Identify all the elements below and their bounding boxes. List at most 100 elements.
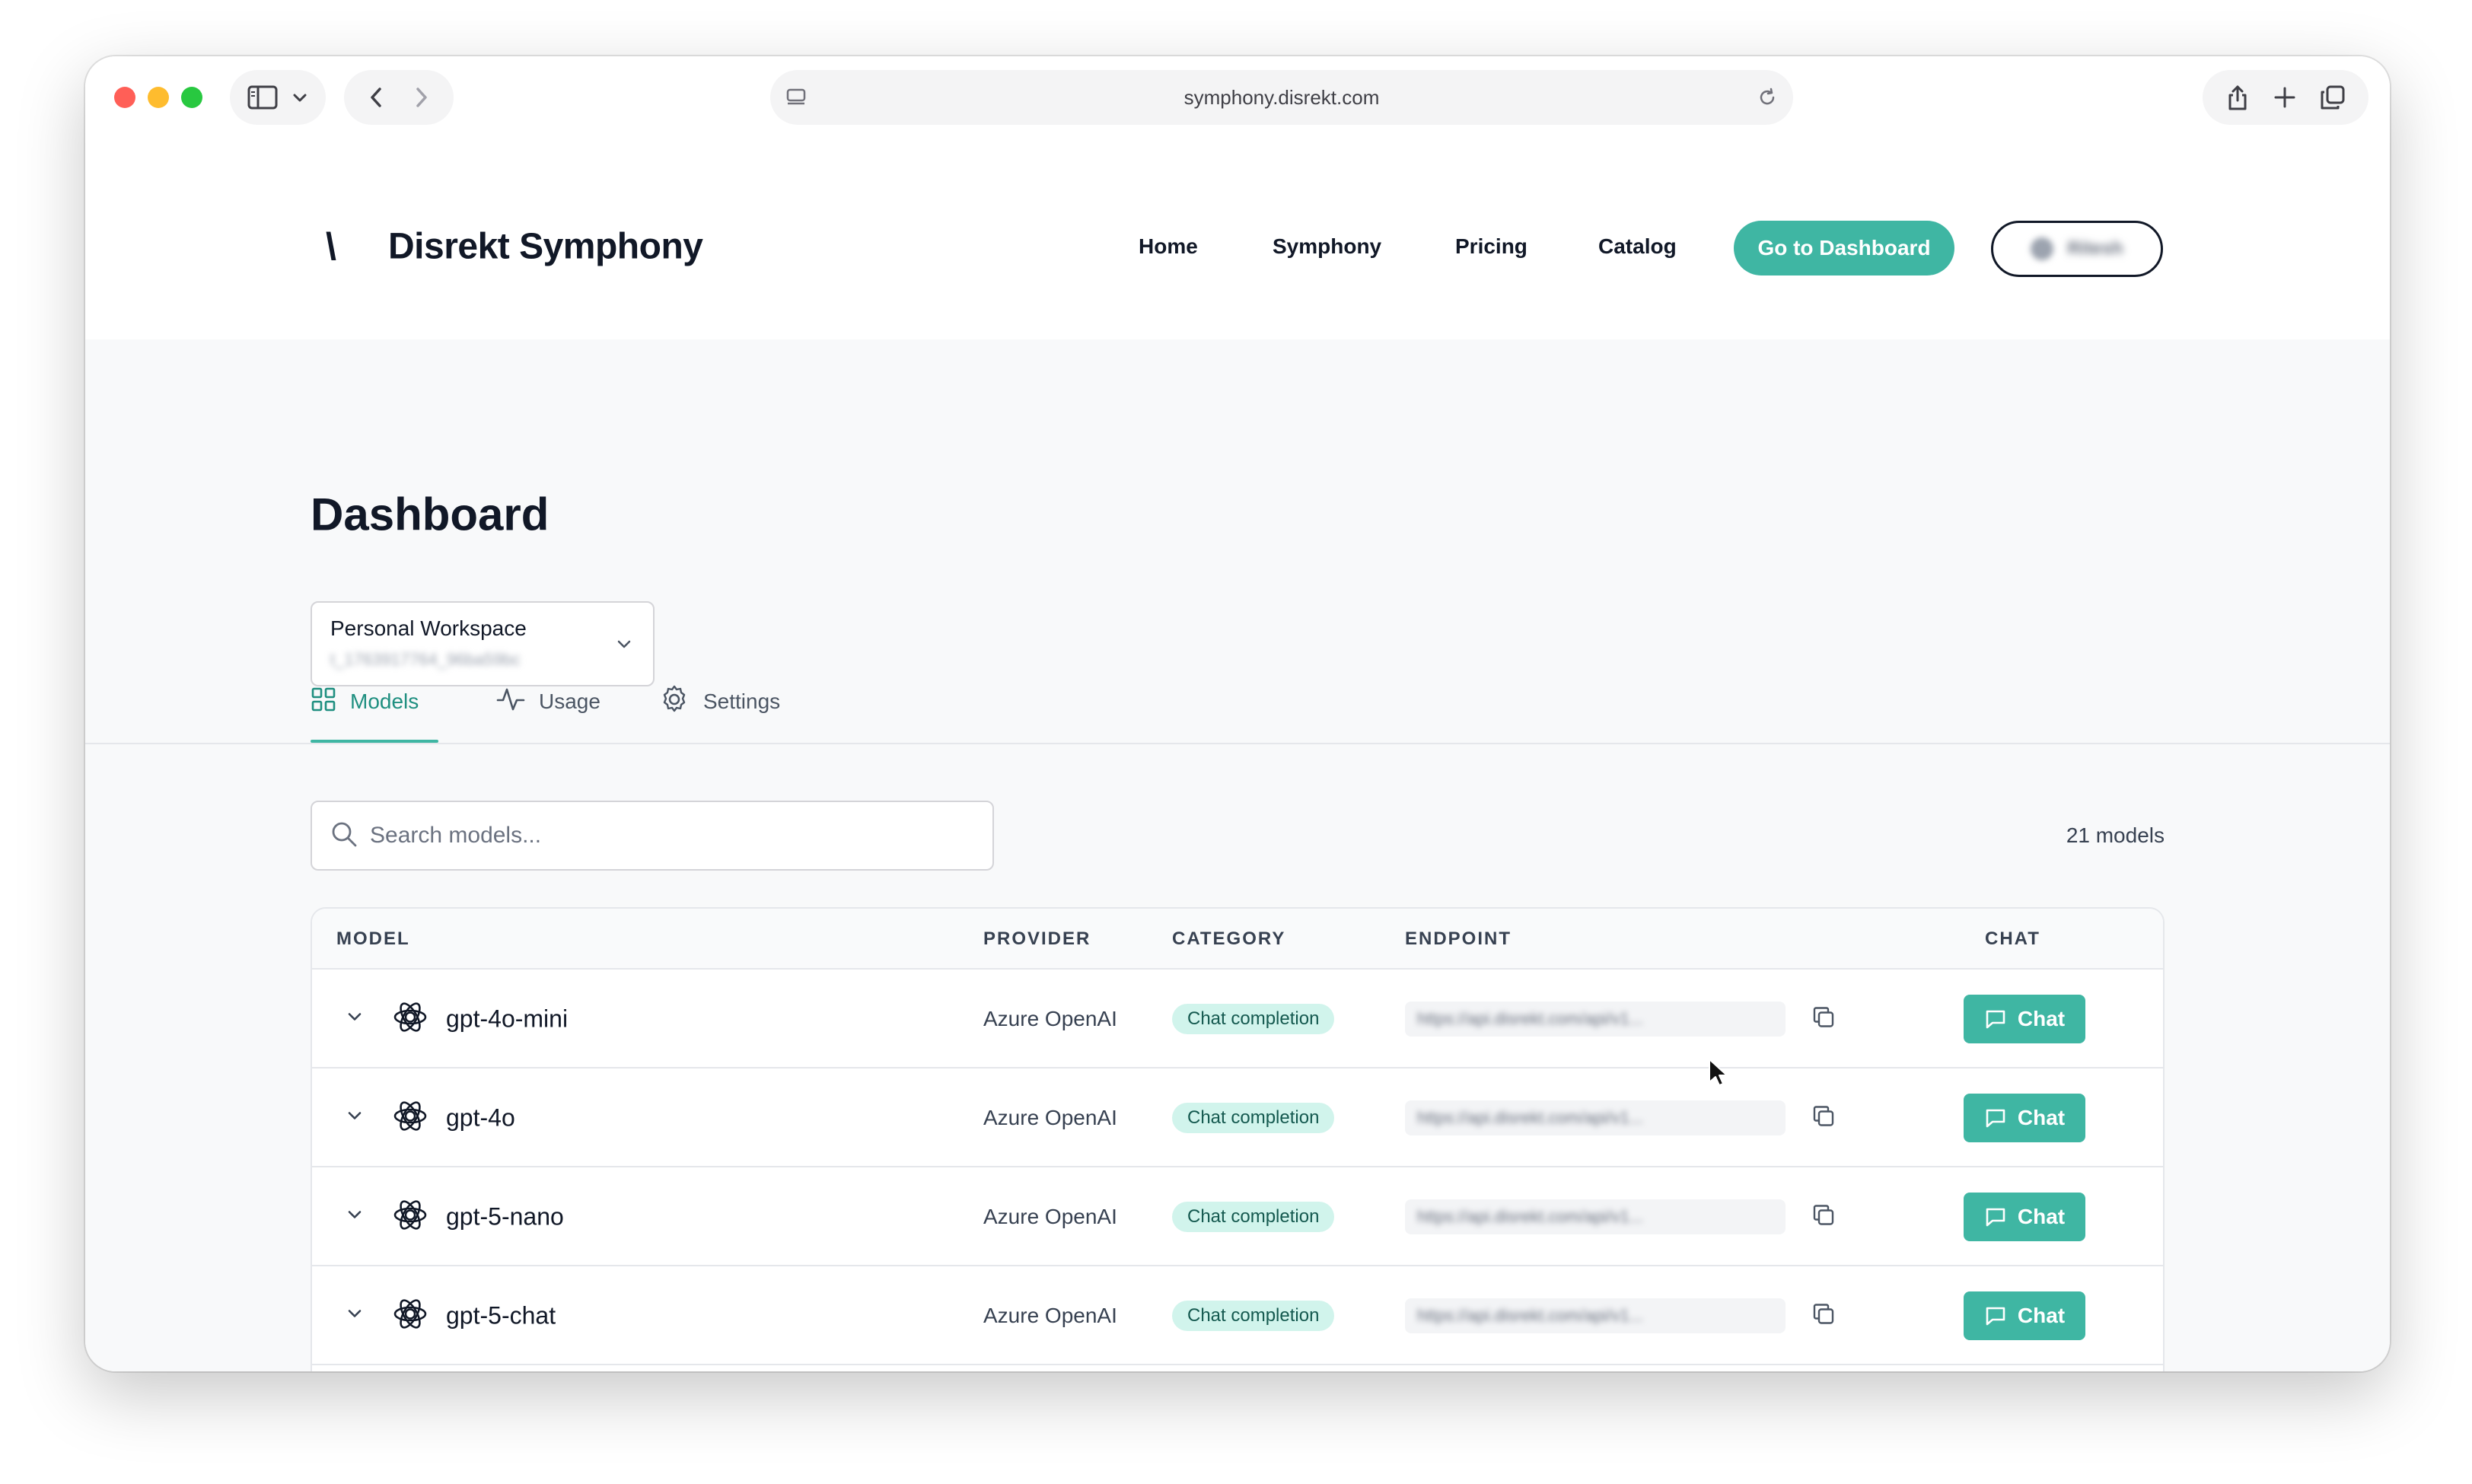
model-name: gpt-5-chat: [446, 1301, 556, 1330]
endpoint-field: https://api.disrekt.com/api/v1...: [1405, 1100, 1786, 1135]
message-icon: [1986, 1109, 2005, 1128]
header-endpoint: ENDPOINT: [1405, 928, 1512, 949]
copy-icon[interactable]: [1811, 1302, 1836, 1330]
address-bar[interactable]: symphony.disrekt.com: [770, 70, 1793, 125]
nav-catalog[interactable]: Catalog: [1598, 234, 1677, 259]
endpoint-url: https://api.disrekt.com/api/v1...: [1417, 1207, 1644, 1226]
reload-icon[interactable]: [1757, 87, 1778, 108]
tab-models[interactable]: Models: [311, 659, 419, 744]
endpoint-field: https://api.disrekt.com/api/v1...: [1405, 1298, 1786, 1333]
mouse-cursor-icon: [1708, 1058, 1728, 1091]
chevron-down-icon[interactable]: [344, 1106, 365, 1131]
category-badge: Chat completion: [1172, 1004, 1335, 1034]
openai-logo-icon: [391, 998, 429, 1040]
dashboard-tabs: Models Usage Settings: [85, 659, 2390, 744]
message-icon: [1986, 1010, 2005, 1029]
grid-icon: [311, 686, 336, 718]
go-to-dashboard-button[interactable]: Go to Dashboard: [1734, 221, 1954, 275]
chat-button[interactable]: Chat: [1964, 995, 2085, 1043]
tab-label: Settings: [703, 689, 781, 713]
sidebar-icon[interactable]: [247, 85, 278, 110]
table-row: gpt-4o Azure OpenAI Chat completion http…: [312, 1068, 2163, 1167]
nav-home[interactable]: Home: [1139, 234, 1198, 259]
dashboard-main: Dashboard Personal Workspace t_176391776…: [85, 339, 2390, 1371]
table-row: gpt-4o-mini Azure OpenAI Chat completion…: [312, 970, 2163, 1068]
model-count: 21 models: [2066, 823, 2165, 847]
user-name: Ritesh: [2067, 238, 2123, 259]
provider-name: Azure OpenAI: [983, 1106, 1117, 1129]
close-window-button[interactable]: [114, 87, 135, 108]
message-icon: [1986, 1208, 2005, 1227]
header-category: CATEGORY: [1172, 928, 1286, 949]
copy-icon[interactable]: [1811, 1104, 1836, 1132]
page-title: Dashboard: [311, 489, 550, 540]
search-icon: [330, 820, 358, 852]
model-name: gpt-4o-mini: [446, 1005, 569, 1033]
chevron-down-icon[interactable]: [344, 1205, 365, 1230]
sidebar-toggle-group: [230, 70, 326, 125]
provider-name: Azure OpenAI: [983, 1304, 1117, 1327]
user-menu-button[interactable]: Ritesh: [1991, 221, 2163, 277]
url-text: symphony.disrekt.com: [1183, 85, 1380, 109]
header-model: MODEL: [336, 928, 410, 949]
workspace-name: Personal Workspace: [330, 616, 527, 640]
provider-name: Azure OpenAI: [983, 1007, 1117, 1030]
copy-icon[interactable]: [1811, 1203, 1836, 1231]
brand-name[interactable]: Disrekt Symphony: [388, 226, 703, 268]
chevron-down-icon[interactable]: [344, 1304, 365, 1329]
chat-label: Chat: [2017, 1106, 2066, 1129]
table-row: gpt-5-chat Azure OpenAI Chat completion …: [312, 1266, 2163, 1365]
models-table: MODEL PROVIDER CATEGORY ENDPOINT CHAT gp…: [311, 907, 2165, 1371]
endpoint-url: https://api.disrekt.com/api/v1...: [1417, 1108, 1644, 1127]
chat-button[interactable]: Chat: [1964, 1193, 2085, 1241]
model-name: gpt-4o: [446, 1103, 515, 1132]
chat-button[interactable]: Chat: [1964, 1094, 2085, 1142]
avatar: [2031, 237, 2054, 260]
category-badge: Chat completion: [1172, 1301, 1335, 1331]
activity-icon: [496, 686, 525, 718]
openai-logo-icon: [391, 1196, 429, 1238]
tab-usage[interactable]: Usage: [496, 659, 600, 744]
forward-icon[interactable]: [410, 85, 432, 110]
table-row: gpt-5-nano Azure OpenAI Chat completion …: [312, 1167, 2163, 1266]
minimize-window-button[interactable]: [148, 87, 169, 108]
nav-pricing[interactable]: Pricing: [1455, 234, 1527, 259]
tabs-divider: [85, 743, 2390, 744]
chevron-down-icon[interactable]: [291, 88, 309, 107]
back-icon[interactable]: [366, 85, 387, 110]
new-tab-icon[interactable]: [2273, 86, 2296, 109]
tab-settings[interactable]: Settings: [659, 659, 780, 744]
header-provider: PROVIDER: [983, 928, 1091, 949]
tab-label: Models: [350, 689, 419, 713]
nav-symphony[interactable]: Symphony: [1273, 234, 1381, 259]
provider-name: Azure OpenAI: [983, 1205, 1117, 1228]
tab-overview-icon[interactable]: [2320, 84, 2346, 110]
search-input[interactable]: [370, 823, 964, 849]
chevron-down-icon[interactable]: [344, 1007, 365, 1032]
copy-icon[interactable]: [1811, 1005, 1836, 1033]
fullscreen-window-button[interactable]: [181, 87, 202, 108]
chevron-down-icon: [615, 635, 633, 657]
category-badge: Chat completion: [1172, 1103, 1335, 1133]
chat-button[interactable]: Chat: [1964, 1291, 2085, 1340]
message-icon: [1986, 1307, 2005, 1326]
table-header: MODEL PROVIDER CATEGORY ENDPOINT CHAT: [312, 909, 2163, 970]
chat-label: Chat: [2017, 1304, 2066, 1327]
openai-logo-icon: [391, 1295, 429, 1337]
openai-logo-icon: [391, 1097, 429, 1139]
site-header: \ Disrekt Symphony Home Symphony Pricing…: [85, 137, 2390, 339]
browser-actions-group: [2203, 70, 2368, 125]
page-settings-icon[interactable]: [785, 87, 807, 108]
logo-mark[interactable]: \: [326, 225, 336, 269]
chat-label: Chat: [2017, 1205, 2066, 1228]
browser-toolbar: symphony.disrekt.com: [85, 56, 2390, 137]
gear-icon: [659, 684, 690, 720]
endpoint-url: https://api.disrekt.com/api/v1...: [1417, 1009, 1644, 1028]
history-nav-group: [344, 70, 454, 125]
search-box[interactable]: [311, 801, 994, 871]
tab-label: Usage: [539, 689, 600, 713]
browser-window: symphony.disrekt.com \ Disrekt Symphony …: [85, 56, 2390, 1371]
model-name: gpt-5-nano: [446, 1202, 564, 1231]
share-icon[interactable]: [2225, 84, 2250, 111]
header-chat: CHAT: [1985, 928, 2040, 949]
